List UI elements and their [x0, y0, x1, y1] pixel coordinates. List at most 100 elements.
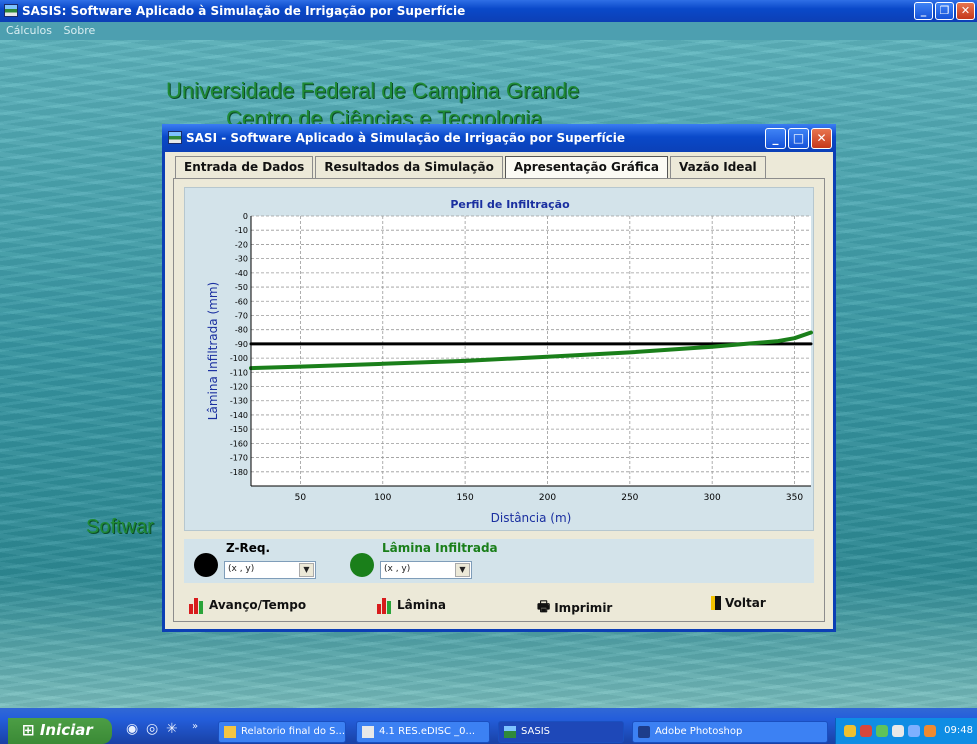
x-tick-label: 150 — [457, 493, 474, 503]
quicklaunch-expand-icon[interactable]: » — [192, 721, 198, 732]
chevron-down-icon[interactable]: ▼ — [299, 563, 314, 577]
start-label: Iniciar — [39, 721, 93, 739]
task-res-edisc[interactable]: 4.1 RES.eDISC _0... — [356, 721, 490, 743]
y-tick-label: -120 — [230, 383, 248, 392]
tray-security-icon[interactable] — [860, 725, 872, 737]
dialog-titlebar[interactable]: SASI - Software Aplicado à Simulação de … — [162, 124, 836, 152]
task-relatorio[interactable]: Relatorio final do S... — [218, 721, 346, 743]
menu-calculos[interactable]: Cálculos — [6, 24, 52, 37]
x-tick-label: 250 — [621, 493, 638, 503]
imprimir-label: Imprimir — [554, 601, 613, 615]
minimize-button[interactable]: _ — [914, 2, 933, 20]
y-tick-label: -20 — [235, 240, 248, 249]
task-sasis-label: SASIS — [521, 726, 551, 737]
dialog-window-controls: _ □ ✕ — [765, 128, 832, 149]
tab-apresentacao-grafica[interactable]: Apresentação Gráfica — [504, 156, 669, 178]
infiltration-chart: Perfil de Infiltração 0 -10 -20 -30 -40 -50 -6… — [206, 198, 813, 525]
simulation-dialog: SASI - Software Aplicado à Simulação de … — [162, 124, 836, 632]
start-button[interactable]: ⊞ Iniciar — [8, 718, 112, 744]
folder-icon — [224, 726, 236, 738]
task-photoshop[interactable]: Adobe Photoshop — [632, 721, 828, 743]
y-axis-label: Lâmina Infiltrada (mm) — [206, 282, 220, 420]
y-tick-label: -100 — [230, 354, 248, 363]
x-tick-label: 350 — [786, 493, 803, 503]
app-quicklaunch-icon[interactable]: ✳ — [166, 721, 178, 737]
dialog-app-icon — [168, 131, 182, 144]
lamina-legend-label: Lâmina Infiltrada — [382, 541, 498, 555]
y-tick-label: -90 — [235, 340, 248, 349]
imprimir-button[interactable]: 🖶 Imprimir — [537, 596, 612, 620]
y-tick-label: 0 — [243, 212, 248, 221]
system-tray: 09:48 — [835, 718, 977, 744]
center-heading: Centro de Ciências e Tecnologia — [226, 106, 543, 124]
bar-chart-icon — [377, 596, 393, 614]
browser-quicklaunch-icon[interactable]: ◉ — [126, 721, 138, 737]
dialog-close-button[interactable]: ✕ — [811, 128, 832, 149]
lamina-format-select[interactable]: (x , y) ▼ — [380, 561, 472, 579]
y-tick-label: -50 — [235, 283, 248, 292]
y-tick-label: -160 — [230, 439, 248, 448]
menu-sobre[interactable]: Sobre — [64, 24, 96, 37]
app-titlebar[interactable]: SASIS: Software Aplicado à Simulação de … — [0, 0, 977, 22]
app-icon — [4, 4, 18, 17]
task-sasis[interactable]: SASIS — [498, 721, 624, 743]
y-tick-label: -40 — [235, 269, 248, 278]
media-quicklaunch-icon[interactable]: ◎ — [146, 721, 158, 737]
legend-area: Z-Req. (x , y) ▼ Lâmina Infiltrada (x , … — [184, 539, 814, 583]
taskbar: ⊞ Iniciar ◉ ◎ ✳ » Relatorio final do S..… — [0, 708, 977, 744]
tray-app-icon[interactable] — [924, 725, 936, 737]
tab-panel: Perfil de Infiltração 0 -10 -20 -30 -40 -50 -6… — [173, 178, 825, 622]
zreq-format-select[interactable]: (x , y) ▼ — [224, 561, 316, 579]
task-photoshop-label: Adobe Photoshop — [655, 726, 743, 737]
y-tick-label: -80 — [235, 326, 248, 335]
y-tick-label: -140 — [230, 411, 248, 420]
software-heading-partial: Softwar — [86, 516, 154, 538]
app-title: SASIS: Software Aplicado à Simulação de … — [22, 4, 466, 18]
exit-door-icon — [711, 596, 721, 610]
avanco-tempo-label: Avanço/Tempo — [209, 598, 307, 612]
x-tick-label: 300 — [704, 493, 721, 503]
x-axis-label: Distância (m) — [491, 511, 572, 525]
close-button[interactable]: ✕ — [956, 2, 975, 20]
tray-volume-icon[interactable] — [892, 725, 904, 737]
tab-strip: Entrada de Dados Resultados da Simulação… — [175, 156, 768, 178]
lamina-button-label: Lâmina — [397, 598, 447, 612]
avanco-tempo-button[interactable]: Avanço/Tempo — [189, 596, 306, 614]
chevron-down-icon[interactable]: ▼ — [455, 563, 470, 577]
dialog-minimize-button[interactable]: _ — [765, 128, 786, 149]
y-tick-label: -110 — [230, 368, 248, 377]
y-tick-label: -130 — [230, 397, 248, 406]
bar-chart-icon — [189, 596, 205, 614]
tab-resultados-simulacao[interactable]: Resultados da Simulação — [315, 156, 503, 178]
task-relatorio-label: Relatorio final do S... — [241, 726, 346, 737]
dialog-maximize-button[interactable]: □ — [788, 128, 809, 149]
lamina-legend-dot — [350, 553, 374, 577]
y-tick-label: -180 — [230, 468, 248, 477]
chart-title: Perfil de Infiltração — [450, 198, 570, 211]
y-tick-label: -70 — [235, 311, 248, 320]
dialog-title: SASI - Software Aplicado à Simulação de … — [186, 131, 625, 145]
lamina-button[interactable]: Lâmina — [377, 596, 446, 614]
zreq-legend-dot — [194, 553, 218, 577]
y-tick-label: -170 — [230, 454, 248, 463]
tab-vazao-ideal[interactable]: Vazão Ideal — [670, 156, 766, 178]
x-tick-label: 50 — [295, 493, 307, 503]
app-window-controls: _ ❐ ✕ — [914, 2, 975, 20]
university-heading: Universidade Federal de Campina Grande — [166, 78, 580, 103]
zreq-format-value: (x , y) — [228, 564, 255, 574]
plot-area — [251, 216, 811, 486]
tab-entrada-de-dados[interactable]: Entrada de Dados — [175, 156, 314, 178]
sasis-app-icon — [504, 726, 516, 738]
tray-messenger-icon[interactable] — [908, 725, 920, 737]
tray-network-icon[interactable] — [844, 725, 856, 737]
windows-logo-icon: ⊞ — [22, 721, 35, 739]
y-tick-label: -60 — [235, 297, 248, 306]
task-res-edisc-label: 4.1 RES.eDISC _0... — [379, 726, 476, 737]
tray-update-icon[interactable] — [876, 725, 888, 737]
zreq-legend-label: Z-Req. — [226, 541, 270, 555]
document-icon — [362, 726, 374, 738]
chart-container: Perfil de Infiltração 0 -10 -20 -30 -40 -50 -6… — [184, 187, 814, 531]
restore-button[interactable]: ❐ — [935, 2, 954, 20]
y-tick-label: -30 — [235, 255, 248, 264]
voltar-button[interactable]: Voltar — [711, 596, 766, 610]
